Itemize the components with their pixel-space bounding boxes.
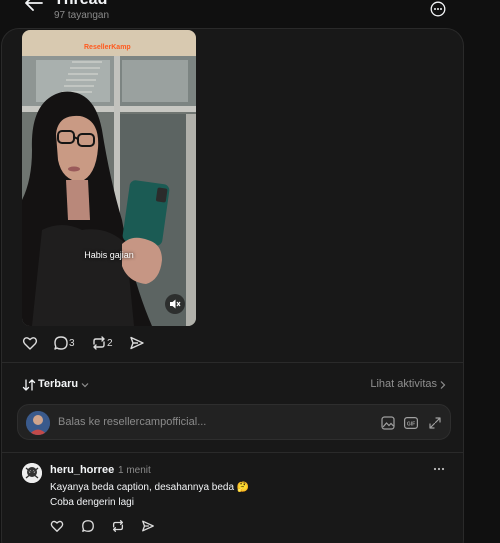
- like-heart-icon[interactable]: [50, 519, 64, 533]
- repost-icon[interactable]: [111, 519, 125, 533]
- expand-icon[interactable]: [428, 416, 442, 430]
- sort-dropdown[interactable]: Terbaru: [38, 378, 78, 390]
- video-frame: [22, 30, 196, 326]
- mute-button[interactable]: [165, 294, 185, 314]
- share-send-icon[interactable]: [129, 335, 145, 351]
- view-count: 97 tayangan: [54, 10, 110, 21]
- page-title: Thread: [54, 0, 107, 9]
- share-send-icon[interactable]: [141, 519, 155, 533]
- like-heart-icon[interactable]: [22, 335, 38, 351]
- video-caption: Habis gajian: [84, 250, 134, 260]
- more-options-icon[interactable]: [432, 462, 446, 476]
- view-activity-link[interactable]: Lihat aktivitas: [370, 378, 437, 390]
- comment-bubble-icon[interactable]: [53, 335, 69, 351]
- thread-header: Thread 97 tayangan: [0, 0, 500, 28]
- reply-input-box[interactable]: Balas ke resellercampofficial... GIF: [17, 404, 451, 440]
- comment-timestamp: 1 menit: [118, 465, 151, 476]
- comment-text-line: Kayanya beda caption, desahannya beda 🤔: [50, 482, 250, 493]
- skull-avatar-image: [22, 463, 42, 483]
- thread-card: ResellerKamp Habis gajian 3 2 Terbaru Li…: [1, 28, 464, 543]
- user-avatar-image: [26, 411, 50, 435]
- reply-count: 3: [69, 338, 75, 349]
- comment-bubble-icon[interactable]: [81, 519, 95, 533]
- sort-row: Terbaru Lihat aktivitas: [22, 377, 447, 393]
- repost-icon[interactable]: [91, 335, 107, 351]
- image-icon[interactable]: [381, 416, 395, 430]
- comment-actions: [50, 519, 170, 535]
- video-watermark: ResellerKamp: [84, 44, 131, 51]
- comment-text-line: Coba dengerin lagi: [50, 497, 134, 508]
- chevron-down-icon[interactable]: [81, 381, 89, 389]
- sort-arrows-icon[interactable]: [22, 378, 36, 392]
- repost-count: 2: [107, 338, 113, 349]
- divider: [2, 362, 463, 363]
- more-options-icon[interactable]: [430, 1, 446, 17]
- gif-icon[interactable]: GIF: [404, 416, 418, 430]
- speaker-muted-icon: [170, 299, 181, 309]
- divider: [2, 452, 463, 453]
- reply-placeholder: Balas ke resellercampofficial...: [58, 416, 207, 428]
- chevron-right-icon[interactable]: [439, 380, 447, 390]
- comment-username[interactable]: heru_horree: [50, 464, 114, 476]
- avatar: [26, 411, 50, 435]
- svg-text:GIF: GIF: [407, 421, 415, 427]
- avatar[interactable]: [22, 463, 42, 483]
- back-arrow-icon[interactable]: [24, 0, 44, 12]
- post-video[interactable]: ResellerKamp Habis gajian: [22, 30, 196, 326]
